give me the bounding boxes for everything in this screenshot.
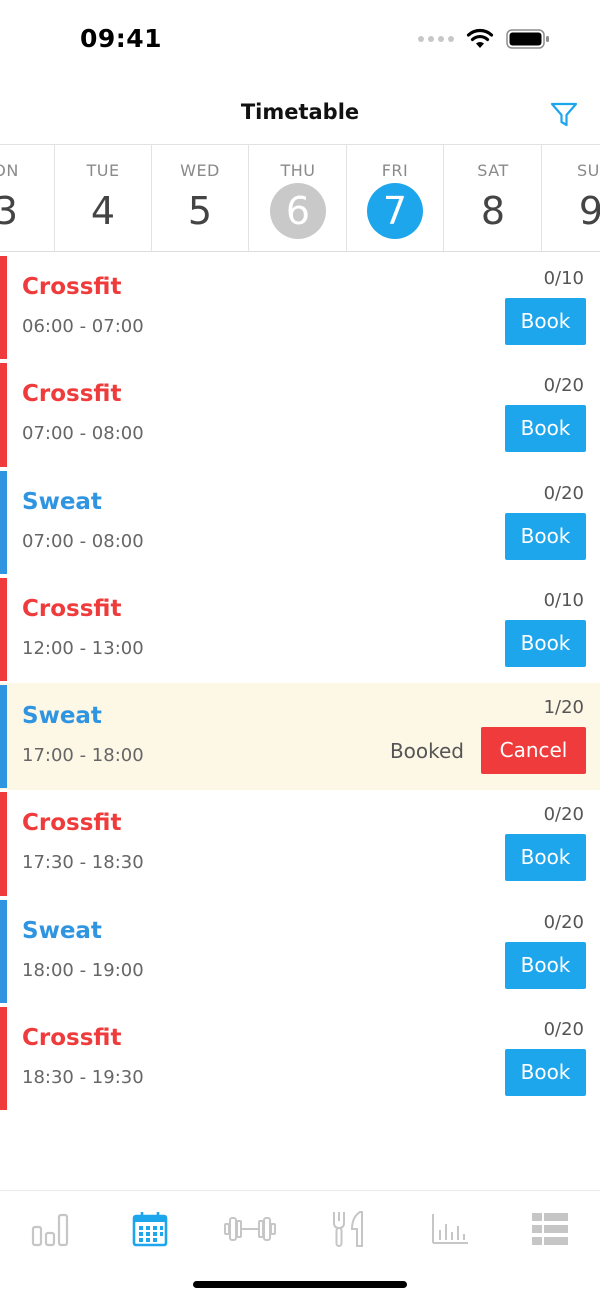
class-color-bar [0,1007,7,1111]
class-time: 07:00 - 08:00 [22,423,144,445]
tab-more[interactable] [500,1191,600,1267]
class-time: 06:00 - 07:00 [22,316,144,337]
class-capacity: 0/20 [543,482,584,504]
class-time: 18:30 - 19:30 [22,1067,144,1089]
day-name: SUI [576,161,600,180]
book-button[interactable]: Book [505,941,586,989]
day-name: SAT [477,161,509,180]
book-button[interactable]: Book [505,619,586,667]
calendar-icon [132,1212,168,1247]
class-color-bar [0,899,7,1004]
day-cell-selected[interactable]: FRI 7 [347,145,444,251]
class-capacity: 0/10 [543,268,584,289]
day-cell[interactable]: WED 5 [152,145,249,251]
navigation-header: Timetable [0,84,600,145]
class-capacity: 0/20 [543,1019,584,1041]
battery-icon [506,29,549,49]
class-time: 17:00 - 18:00 [22,745,144,767]
class-color-bar [0,256,7,360]
page-title: Timetable [240,100,360,124]
class-color-bar [0,577,7,682]
day-name: TUE [86,161,120,180]
day-cell-today[interactable]: THU 6 [250,145,347,251]
class-capacity: 0/20 [543,911,584,933]
wifi-icon [466,28,494,48]
class-row[interactable]: Crossfit 12:00 - 13:00 0/10 Book [0,576,600,683]
class-name: Sweat [22,488,102,515]
status-time: 09:41 [80,24,163,53]
class-capacity: 1/20 [543,697,584,719]
class-list: Crossfit 06:00 - 07:00 0/10 Book Crossfi… [0,254,600,1112]
class-name: Sweat [22,917,102,944]
day-number: 3 [0,183,34,239]
day-cell[interactable]: SUI 9 [543,145,600,251]
class-capacity: 0/10 [543,589,584,611]
class-time: 12:00 - 13:00 [22,637,144,659]
home-indicator [193,1281,407,1288]
class-color-bar [0,685,7,789]
class-time: 18:00 - 19:00 [22,959,144,981]
tab-timetable[interactable] [100,1191,200,1267]
class-row[interactable]: Crossfit 07:00 - 08:00 0/20 Book [0,361,600,468]
day-number: 5 [187,189,213,233]
class-row[interactable]: Sweat 07:00 - 08:00 0/20 Book [0,469,600,576]
class-color-bar [0,363,7,467]
stats-icon [432,1214,468,1244]
tab-bar [0,1190,600,1267]
book-button[interactable]: Book [505,834,586,882]
tab-progress[interactable] [0,1191,100,1267]
status-icons [418,28,550,50]
tab-workouts[interactable] [200,1191,300,1267]
day-name: FRI [381,161,409,180]
signal-icon [418,36,454,42]
class-time: 17:30 - 18:30 [22,852,144,874]
day-number: 7 [367,183,423,239]
utensils-icon [333,1211,363,1247]
filter-icon [550,102,578,127]
day-name: WED [180,161,220,180]
dumbbell-icon [224,1217,276,1241]
class-row[interactable]: Crossfit 17:30 - 18:30 0/20 Book [0,790,600,897]
book-button[interactable]: Book [505,298,586,345]
status-bar: 09:41 [0,0,600,80]
day-cell[interactable]: TUE 4 [55,145,152,251]
class-time: 07:00 - 08:00 [22,530,144,552]
book-button[interactable]: Book [505,512,586,560]
class-name: Crossfit [22,1025,122,1052]
class-name: Crossfit [22,274,122,300]
cancel-button[interactable]: Cancel [481,727,586,775]
day-selector: ON 3 TUE 4 WED 5 THU 6 FRI 7 SAT 8 SUI 9 [0,145,600,252]
class-row[interactable]: Sweat 18:00 - 19:00 0/20 Book [0,898,600,1005]
booked-status: Booked [389,739,464,764]
class-name: Crossfit [22,595,122,622]
bar-chart-icon [31,1213,69,1247]
day-cell[interactable]: SAT 8 [445,145,542,251]
class-color-bar [0,792,7,896]
tab-nutrition[interactable] [300,1191,400,1267]
list-icon [532,1213,568,1245]
day-number: 6 [270,183,326,239]
class-capacity: 0/20 [543,375,584,397]
book-button[interactable]: Book [505,405,586,453]
day-cell[interactable]: ON 3 [0,145,55,251]
filter-button[interactable] [548,98,580,130]
book-button[interactable]: Book [505,1049,586,1097]
class-row-booked[interactable]: Sweat 17:00 - 18:00 1/20 Booked Cancel [0,683,600,791]
day-number: 4 [90,189,116,233]
day-number: 8 [480,189,506,233]
class-name: Crossfit [22,810,122,837]
class-name: Sweat [22,703,102,730]
class-row[interactable]: Crossfit 06:00 - 07:00 0/10 Book [0,254,600,361]
class-row[interactable]: Crossfit 18:30 - 19:30 0/20 Book [0,1005,600,1112]
day-name: ON [0,161,19,180]
day-name: THU [280,161,316,180]
class-color-bar [0,470,7,574]
day-number: 9 [563,183,600,239]
class-name: Crossfit [22,381,122,408]
tab-statistics[interactable] [400,1191,500,1267]
class-capacity: 0/20 [543,804,584,826]
